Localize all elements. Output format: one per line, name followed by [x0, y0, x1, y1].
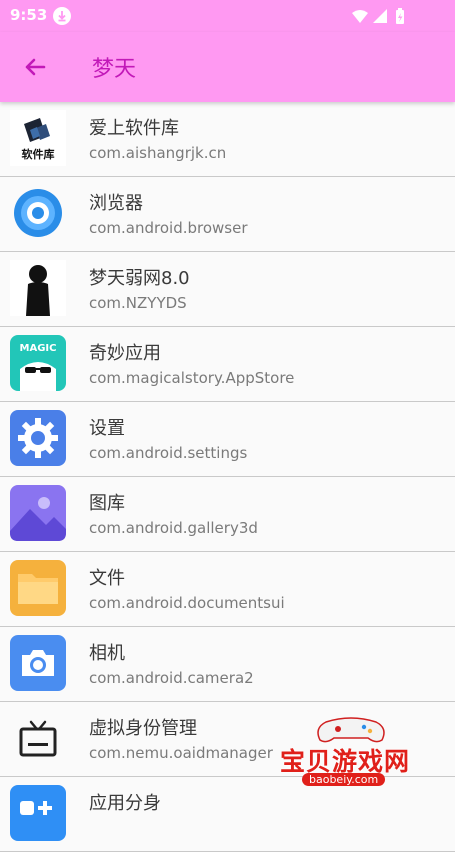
- magic-app-icon: MAGIC: [10, 335, 66, 391]
- magic-logo-text: MAGIC: [20, 343, 57, 354]
- list-item[interactable]: 文件 com.android.documentsui: [0, 552, 455, 627]
- app-name: 爱上软件库: [89, 118, 179, 139]
- list-item[interactable]: 设置 com.android.settings: [0, 402, 455, 477]
- app-package: com.android.gallery3d: [89, 519, 258, 537]
- arrow-back-icon: [25, 58, 46, 76]
- camera-icon: [10, 635, 66, 691]
- app-name: 奇妙应用: [89, 343, 161, 364]
- aishang-logo-icon: 软件库: [10, 110, 66, 166]
- app-name: 文件: [89, 568, 125, 589]
- watermark-url: baobeiy.com: [302, 773, 386, 786]
- status-icons: [351, 8, 421, 30]
- watermark: 宝贝游戏网 baobeiy.com: [276, 712, 426, 792]
- gallery-icon: [10, 485, 66, 541]
- app-package: com.nemu.oaidmanager: [89, 744, 273, 762]
- folder-icon: [10, 560, 66, 616]
- tv-icon: [10, 710, 66, 766]
- app-bar: 梦天: [0, 32, 455, 102]
- app-package: com.NZYYDS: [89, 294, 187, 312]
- app-package: com.android.browser: [89, 219, 248, 237]
- app-package: com.aishangrjk.cn: [89, 144, 227, 162]
- app-name: 应用分身: [89, 793, 161, 814]
- app-name: 相机: [89, 643, 125, 664]
- signal-icon: [373, 9, 387, 23]
- app-name: 浏览器: [89, 193, 143, 214]
- app-name: 梦天弱网8.0: [89, 268, 190, 289]
- list-item[interactable]: 梦天弱网8.0 com.NZYYDS: [0, 252, 455, 327]
- app-clone-icon: [10, 785, 66, 841]
- list-item[interactable]: MAGIC 奇妙应用 com.magicalstory.AppStore: [0, 327, 455, 402]
- list-item[interactable]: 软件库 爱上软件库 com.aishangrjk.cn: [0, 102, 455, 177]
- status-time: 9:53: [10, 6, 48, 24]
- app-name: 图库: [89, 493, 125, 514]
- app-package: com.magicalstory.AppStore: [89, 369, 295, 387]
- app-name: 设置: [89, 418, 125, 439]
- status-bar: 9:53: [0, 0, 455, 32]
- wifi-icon: [352, 10, 368, 23]
- app-package: com.android.documentsui: [89, 594, 285, 612]
- silhouette-icon: [10, 260, 66, 316]
- settings-gear-icon: [10, 410, 66, 466]
- browser-icon: [10, 185, 66, 241]
- list-item[interactable]: 相机 com.android.camera2: [0, 627, 455, 702]
- aishang-logo-text: 软件库: [22, 147, 55, 161]
- list-item[interactable]: 浏览器 com.android.browser: [0, 177, 455, 252]
- download-icon: [53, 7, 71, 25]
- app-package: com.android.settings: [89, 444, 248, 462]
- app-name: 虚拟身份管理: [89, 718, 197, 739]
- page-title: 梦天: [92, 57, 137, 82]
- gamepad-icon: [317, 717, 385, 743]
- back-button[interactable]: [20, 52, 50, 82]
- app-package: com.android.camera2: [89, 669, 254, 687]
- list-item[interactable]: 图库 com.android.gallery3d: [0, 477, 455, 552]
- battery-icon: [396, 8, 404, 24]
